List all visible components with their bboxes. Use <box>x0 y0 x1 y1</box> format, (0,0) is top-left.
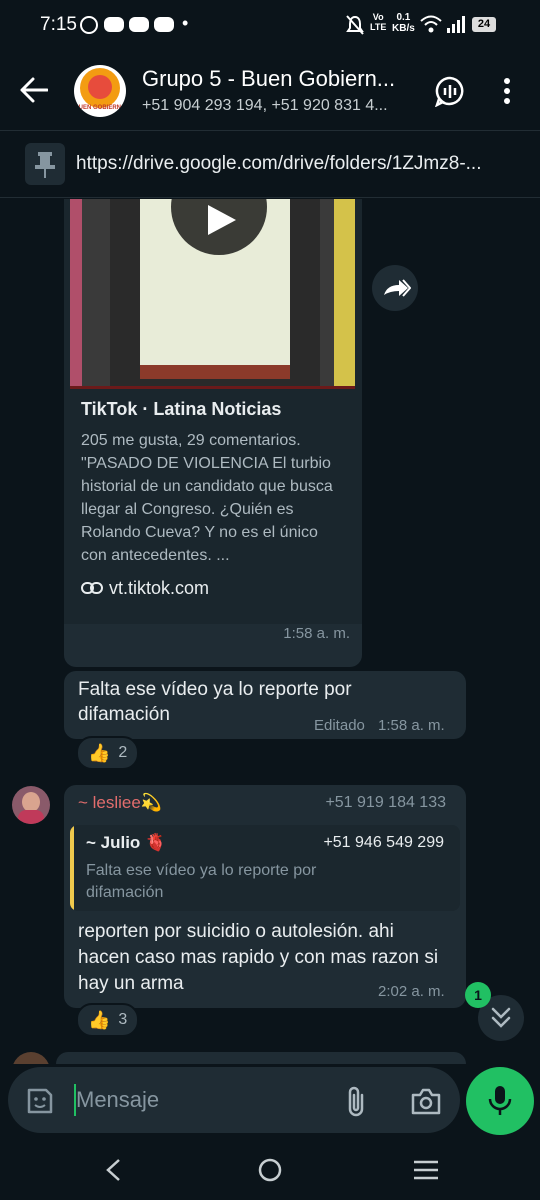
signal-icon <box>447 16 465 33</box>
sticker-icon[interactable] <box>26 1087 54 1115</box>
message-list[interactable]: TikTok · Latina Noticias 205 me gusta, 2… <box>0 199 540 1064</box>
message-input[interactable]: Mensaje <box>76 1087 159 1113</box>
chat-header: BUEN GOBIERNO Grupo 5 - Buen Gobiern... … <box>0 50 540 130</box>
reaction-badge[interactable]: 👍 2 <box>76 736 140 770</box>
more-options-icon[interactable] <box>502 77 512 105</box>
avatar-body <box>18 810 44 824</box>
forward-icon <box>384 279 411 297</box>
link-description: 205 me gusta, 29 comentarios. "PASADO DE… <box>81 432 333 564</box>
mute-bell-icon <box>346 15 364 35</box>
whatsapp-notification-icon <box>80 16 98 34</box>
message-bubble[interactable]: ~ lesliee💫 +51 919 184 133 ~ Julio 🫀 +51… <box>64 785 466 1008</box>
message-bubble[interactable] <box>56 1052 466 1064</box>
sender-name[interactable]: ~ lesliee💫 <box>78 793 162 813</box>
thumbs-up-icon: 👍 <box>88 1009 111 1030</box>
sun-face-icon <box>88 75 112 99</box>
nav-back-icon[interactable] <box>104 1158 122 1182</box>
play-icon <box>208 205 236 235</box>
attach-icon[interactable] <box>344 1085 368 1117</box>
data-speed-unit: KB/s <box>392 23 415 34</box>
data-speed-value: 0.1 <box>396 12 411 23</box>
discord-notification-icon <box>129 17 149 32</box>
back-arrow-icon[interactable] <box>20 77 48 103</box>
voice-record-button[interactable] <box>466 1067 534 1135</box>
edited-label: Editado <box>314 717 365 734</box>
pinned-message-bar[interactable]: https://drive.google.com/drive/folders/1… <box>0 130 540 198</box>
forward-button[interactable] <box>372 265 418 311</box>
link-meta[interactable]: TikTok · Latina Noticias 205 me gusta, 2… <box>64 389 362 624</box>
link-domain[interactable]: vt.tiktok.com <box>109 578 209 599</box>
thumbnail-belt <box>140 365 290 379</box>
camera-icon[interactable] <box>410 1087 442 1115</box>
status-bar: 7:15 • Vo LTE 0.1 KB/s 24 <box>0 0 540 50</box>
avatar-face <box>22 792 40 812</box>
message-composer[interactable]: Mensaje <box>8 1067 460 1133</box>
discord-notification-icon <box>154 17 174 32</box>
wifi-icon <box>420 15 442 33</box>
quote-sender: ~ Julio 🫀 <box>86 833 167 852</box>
thumbnail-edge <box>70 199 82 386</box>
system-nav-bar <box>0 1140 540 1200</box>
message-time: 1:58 a. m. <box>378 717 445 734</box>
group-title[interactable]: Grupo 5 - Buen Gobiern... <box>142 66 395 92</box>
sender-avatar[interactable] <box>12 1052 50 1064</box>
discord-notification-icon <box>104 17 124 32</box>
quote-text: Falta ese vídeo ya lo reporte por difama… <box>86 862 317 901</box>
status-time: 7:15 <box>40 14 77 35</box>
data-speed: 0.1 KB/s <box>392 12 415 34</box>
message-bubble[interactable]: Falta ese vídeo ya lo reporte por difama… <box>64 671 466 739</box>
double-chevron-down-icon <box>491 1007 511 1028</box>
video-thumbnail[interactable] <box>70 199 355 386</box>
more-notifications-dot: • <box>182 13 189 33</box>
reaction-badge[interactable]: 👍 3 <box>76 1003 140 1037</box>
reaction-count: 2 <box>118 744 128 761</box>
pin-icon <box>25 143 65 185</box>
message-time: 1:58 a. m. <box>283 625 350 642</box>
quoted-message[interactable]: ~ Julio 🫀 +51 946 549 299 Falta ese víde… <box>70 825 460 911</box>
sender-avatar[interactable] <box>12 786 50 824</box>
nav-home-icon[interactable] <box>257 1157 283 1183</box>
link-source: TikTok · Latina Noticias <box>81 399 282 419</box>
lte-label: LTE <box>370 22 387 32</box>
link-preview-card[interactable] <box>64 199 362 409</box>
unread-count-badge: 1 <box>465 982 491 1008</box>
quote-phone: +51 946 549 299 <box>323 834 444 851</box>
group-participants[interactable]: +51 904 293 194, +51 920 831 4... <box>142 97 388 115</box>
sender-phone: +51 919 184 133 <box>325 794 446 811</box>
vo-label: Vo <box>372 12 384 22</box>
thumbnail-edge <box>334 199 355 386</box>
volte-indicator: Vo LTE <box>370 12 386 32</box>
quote-bar <box>70 825 74 911</box>
battery-icon: 24 <box>472 17 496 32</box>
voice-chat-icon[interactable] <box>434 75 466 107</box>
pinned-url[interactable]: https://drive.google.com/drive/folders/1… <box>76 153 482 175</box>
microphone-icon <box>488 1086 512 1115</box>
reaction-count: 3 <box>118 1011 128 1028</box>
link-preview-bubble[interactable]: TikTok · Latina Noticias 205 me gusta, 2… <box>64 199 362 667</box>
nav-recents-icon[interactable] <box>413 1160 439 1180</box>
link-icon <box>81 582 103 594</box>
group-avatar[interactable]: BUEN GOBIERNO <box>74 65 126 117</box>
message-text: Falta ese vídeo ya lo reporte por difama… <box>78 679 352 725</box>
thumbs-up-icon: 👍 <box>88 742 111 763</box>
message-time: 2:02 a. m. <box>378 983 445 1000</box>
avatar-logo-text: BUEN GOBIERNO <box>74 105 126 111</box>
